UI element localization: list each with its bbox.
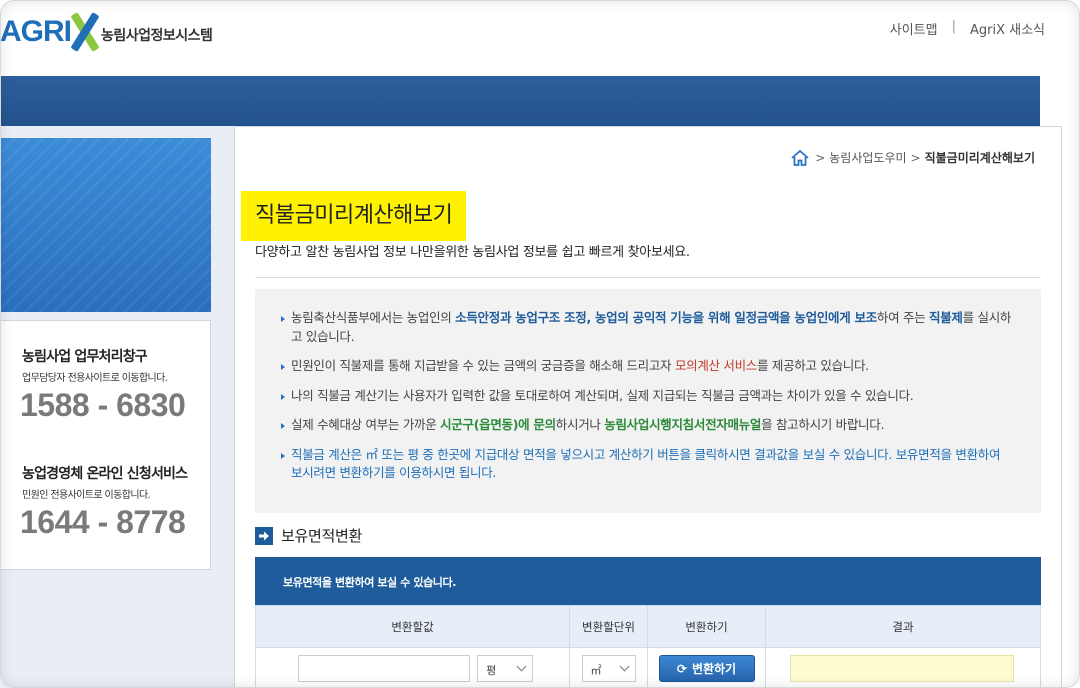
contact-box: 농림사업 업무처리창구 업무담당자 전용사이트로 이동합니다. 1588 - 6… [0,320,211,570]
logo-x-mark [69,12,100,52]
converter-header: 보유면적을 변환하여 보실 수 있습니다. [255,557,1041,605]
notice-item: 직불금 계산은 ㎡ 또는 평 중 한곳에 지급대상 면적을 넣으시고 계산하기 … [281,446,1015,483]
section-title: 보유면적변환 [255,525,362,546]
unit-to-select[interactable]: ㎡ [581,655,636,683]
contact-sub-work-window: 업무담당자 전용사이트로 이동합니다. [22,373,168,384]
breadcrumb: > 농림사업도우미 > 직불금미리계산해보기 [791,149,1035,166]
contact-title-work-window[interactable]: 농림사업 업무처리창구 [22,346,148,366]
notice-item: 농림축산식품부에서는 농업인의 소득안정과 농업구조 조정, 농업의 공익적 기… [281,309,1015,346]
chevron-down-icon [619,661,629,672]
agrix-news-link[interactable]: AgriX 새소식 [970,19,1045,38]
agrix-logo[interactable]: AGRI 농림사업정보시스템 [0,12,213,52]
page-title: 직불금미리계산해보기 [241,191,467,241]
column-header: 결과 [765,605,1041,648]
main-content: > 농림사업도우미 > 직불금미리계산해보기 직불금미리계산해보기 다양하고 알… [234,126,1062,688]
divider [255,277,1041,278]
area-converter: 보유면적을 변환하여 보실 수 있습니다. 변환할값 변환할단위 변환하기 결과… [255,557,1041,688]
refresh-icon: ⟳ [676,661,687,676]
convert-button[interactable]: ⟳ 변환하기 [658,655,755,683]
link-separator: | [951,19,956,34]
logo-wordmark: AGRI [0,15,72,48]
value-input[interactable] [298,655,470,683]
home-icon[interactable] [791,149,809,166]
notice-box: 농림축산식품부에서는 농업인의 소득안정과 농업구조 조정, 농업의 공익적 기… [255,289,1041,513]
mock-calc-service-link[interactable]: 모의계산 서비스 [675,358,757,373]
notice-item: 나의 직불금 계산기는 사용자가 입력한 값을 토대로하여 계산되며, 실제 지… [281,387,1015,406]
logo-subtitle: 농림사업정보시스템 [101,28,213,44]
contact-sub-online-service: 민원인 전용사이트로 이동합니다. [22,490,151,501]
notice-item: 민원인이 직불제를 통해 지급받을 수 있는 금액의 궁금증을 해소해 드리고자… [281,357,1015,376]
arrow-right-icon [255,526,273,545]
page-description: 다양하고 알찬 농림사업 정보 나만을위한 농림사업 정보를 쉽고 빠르게 찾아… [255,245,690,260]
converter-table: 변환할값 변환할단위 변환하기 결과 평 ㎡ ⟳ 변환하기 [255,605,1041,688]
utility-links: 사이트맵 | AgriX 새소식 [890,19,1045,38]
column-header: 변환하기 [647,605,766,648]
breadcrumb-current: 직불금미리계산해보기 [924,151,1035,165]
section-title-text: 보유면적변환 [281,527,363,545]
result-field [790,655,1014,683]
sidebar-banner[interactable] [0,138,211,312]
top-header: AGRI 농림사업정보시스템 사이트맵 | AgriX 새소식 [0,0,1080,76]
sitemap-link[interactable]: 사이트맵 [890,19,938,38]
contact-title-online-service[interactable]: 농업경영체 온라인 신청서비스 [22,463,188,483]
manual-link[interactable]: 농림사업시행지침서전자매뉴얼 [604,417,761,432]
chevron-right-icon: > [815,150,826,165]
breadcrumb-item[interactable]: 농림사업도우미 [829,149,906,166]
phone-number-2: 1644 - 8778 [20,504,186,540]
global-navigation-bar [0,76,1040,126]
notice-item: 실제 수혜대상 여부는 가까운 시군구(읍면동)에 문의하시거나 농림사업시행지… [281,416,1015,435]
column-header: 변환할값 [255,605,570,648]
phone-number-1: 1588 - 6830 [20,387,186,423]
column-header: 변환할단위 [569,605,648,648]
unit-from-select[interactable]: 평 [477,655,534,683]
table-row: 평 ㎡ ⟳ 변환하기 [255,647,1041,688]
chevron-right-icon: > [910,150,921,165]
chevron-down-icon [516,661,527,672]
